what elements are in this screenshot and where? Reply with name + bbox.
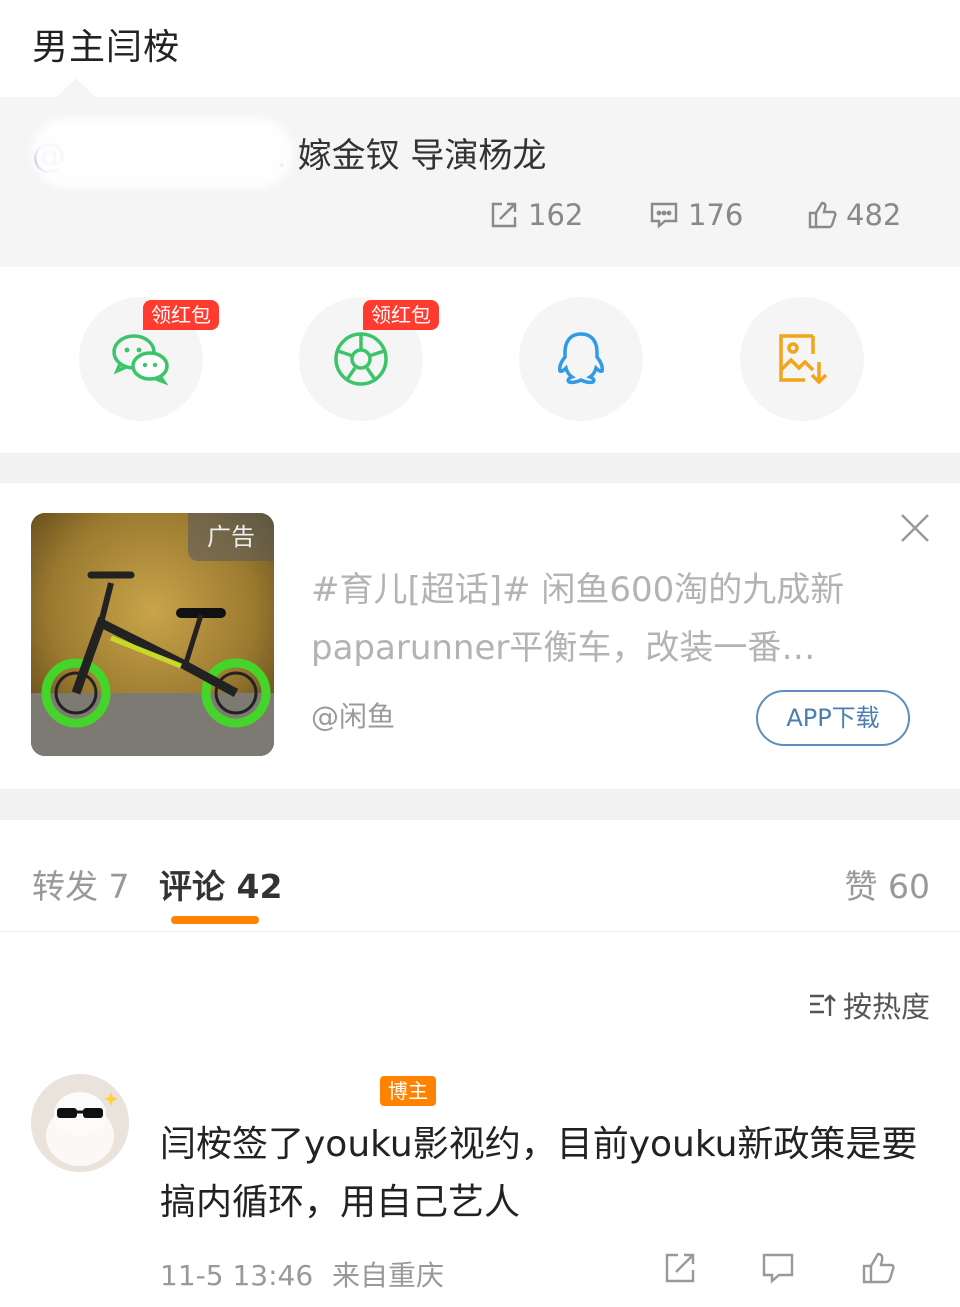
like-count: 482 (846, 198, 902, 232)
moments-icon (334, 332, 388, 386)
author-badge: 博主 (380, 1076, 436, 1106)
wechat-icon (112, 334, 169, 386)
section-divider (0, 789, 960, 820)
comment-time: 11-5 13:46 (160, 1259, 314, 1292)
repost-icon[interactable] (662, 1250, 698, 1286)
post-title: 男主闫桉 (32, 27, 181, 68)
like-stat[interactable]: 482 (806, 195, 901, 235)
section-divider (0, 453, 960, 483)
save-image-icon (779, 334, 828, 385)
comment-icon (650, 202, 678, 229)
share-panel: 领红包 领红包 (0, 267, 960, 453)
comment-stat[interactable]: 176 (648, 195, 743, 235)
ad-tag: 广告 (188, 513, 274, 561)
thumbs-up-icon[interactable] (860, 1250, 896, 1286)
thumbs-up-icon (808, 201, 837, 229)
red-packet-badge: 领红包 (363, 300, 439, 330)
redacted-mention (32, 118, 292, 188)
comment-item: 博主 闫桉签了youku影视约，目前youku新政策是要搞内循环，用自己艺人 1… (0, 1060, 960, 1307)
comment-count: 176 (688, 198, 744, 232)
share-qq-button[interactable] (519, 297, 643, 421)
comment-meta: 11-5 13:46 来自重庆 (160, 1254, 444, 1294)
save-image-button[interactable] (740, 297, 864, 421)
ad-image[interactable]: 广告 (31, 513, 274, 756)
ad-source[interactable]: @闲鱼 (311, 695, 395, 735)
repost-count: 162 (528, 198, 584, 232)
ad-card[interactable]: 广告 #育儿[超话]# 闲鱼600淘的九成新paparunner平衡车，改装一番… (0, 483, 960, 789)
comment-location: 来自重庆 (332, 1259, 445, 1292)
quoted-post-body: . 嫁金钗 导演杨龙 (276, 136, 547, 176)
active-tab-indicator (171, 916, 259, 924)
tab-like[interactable]: 赞 60 (845, 860, 930, 908)
red-packet-badge: 领红包 (143, 300, 219, 330)
redacted-username (160, 1074, 400, 1114)
tab-repost[interactable]: 转发 7 (32, 860, 130, 908)
avatar-image (31, 1074, 129, 1172)
repost-stat[interactable]: 162 (488, 195, 583, 235)
interaction-tabs: 转发 7 评论 42 赞 60 (0, 820, 960, 932)
close-icon[interactable] (898, 511, 932, 545)
sort-toggle[interactable]: 按热度 (807, 984, 930, 1026)
repost-icon (491, 202, 517, 228)
tab-comment[interactable]: 评论 42 (159, 860, 282, 908)
avatar[interactable] (31, 1074, 129, 1172)
comment-text[interactable]: 闫桉签了youku影视约，目前youku新政策是要搞内循环，用自己艺人 (160, 1116, 930, 1232)
reply-icon[interactable] (760, 1250, 796, 1286)
sort-icon (809, 994, 836, 1016)
qq-icon (558, 332, 604, 385)
top-bar: 男主闫桉 (0, 0, 960, 97)
sort-label: 按热度 (842, 990, 930, 1024)
ad-text[interactable]: #育儿[超话]# 闲鱼600淘的九成新paparunner平衡车，改装一番… (311, 561, 911, 677)
app-download-button[interactable]: APP下载 (756, 690, 910, 746)
